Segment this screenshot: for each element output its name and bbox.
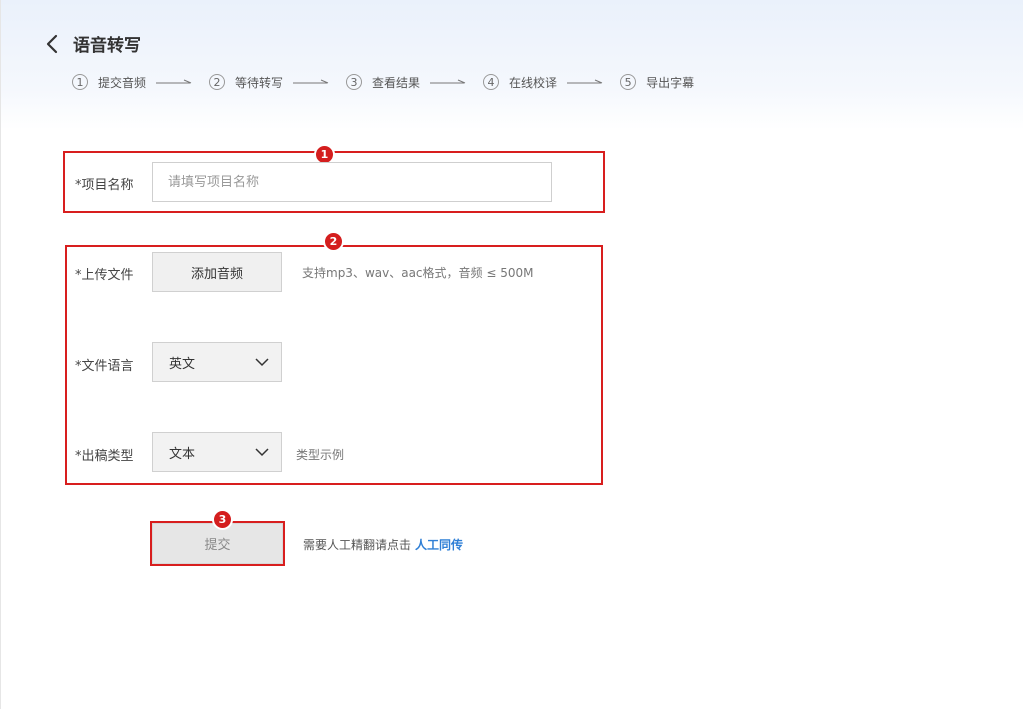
step-number: 2 xyxy=(209,74,226,90)
back-button[interactable] xyxy=(43,33,63,55)
page-title: 语音转写 xyxy=(73,36,141,56)
chevron-down-icon xyxy=(255,358,269,367)
step-number: 3 xyxy=(346,74,363,90)
step-label: 等待转写 xyxy=(235,75,284,90)
step-label: 查看结果 xyxy=(372,75,421,90)
step-3: 3 查看结果 xyxy=(346,74,420,91)
annotation-badge-2: 2 xyxy=(323,231,344,252)
footer-hint-text: 需要人工精翻请点击 xyxy=(303,538,412,552)
step-indicator: 1 提交音频 2 等待转写 3 查看结果 4 在线校译 5 导出字幕 xyxy=(72,72,694,92)
step-number: 5 xyxy=(620,74,637,90)
arrow-right-icon xyxy=(293,79,329,84)
step-1: 1 提交音频 xyxy=(72,74,146,91)
arrow-right-icon xyxy=(156,79,192,84)
file-language-select[interactable]: 英文 xyxy=(152,342,282,382)
step-2: 2 等待转写 xyxy=(209,74,283,91)
step-label: 导出字幕 xyxy=(646,75,695,90)
upload-file-label: *上传文件 xyxy=(75,268,134,283)
add-audio-button[interactable]: 添加音频 xyxy=(152,252,282,292)
output-type-label: *出稿类型 xyxy=(75,449,134,464)
upload-hint: 支持mp3、wav、aac格式，音频 ≤ 500M xyxy=(302,266,534,280)
step-4: 4 在线校译 xyxy=(483,74,557,91)
chevron-left-icon xyxy=(46,34,58,54)
step-label: 提交音频 xyxy=(98,75,147,90)
footer-hint: 需要人工精翻请点击 人工同传 xyxy=(303,536,463,553)
step-label: 在线校译 xyxy=(509,75,558,90)
step-number: 1 xyxy=(72,74,88,90)
type-example-link[interactable]: 类型示例 xyxy=(296,446,344,463)
select-value: 文本 xyxy=(169,446,196,462)
project-name-input[interactable] xyxy=(152,162,552,202)
arrow-right-icon xyxy=(567,79,603,84)
human-interpretation-link[interactable]: 人工同传 xyxy=(415,538,463,552)
step-5: 5 导出字幕 xyxy=(620,74,694,91)
project-name-label: *项目名称 xyxy=(75,178,134,193)
arrow-right-icon xyxy=(430,79,466,84)
chevron-down-icon xyxy=(255,448,269,457)
file-language-label: *文件语言 xyxy=(75,359,134,374)
select-value: 英文 xyxy=(169,356,196,372)
step-number: 4 xyxy=(483,74,500,90)
annotation-badge-3: 3 xyxy=(212,509,233,530)
output-type-select[interactable]: 文本 xyxy=(152,432,282,472)
